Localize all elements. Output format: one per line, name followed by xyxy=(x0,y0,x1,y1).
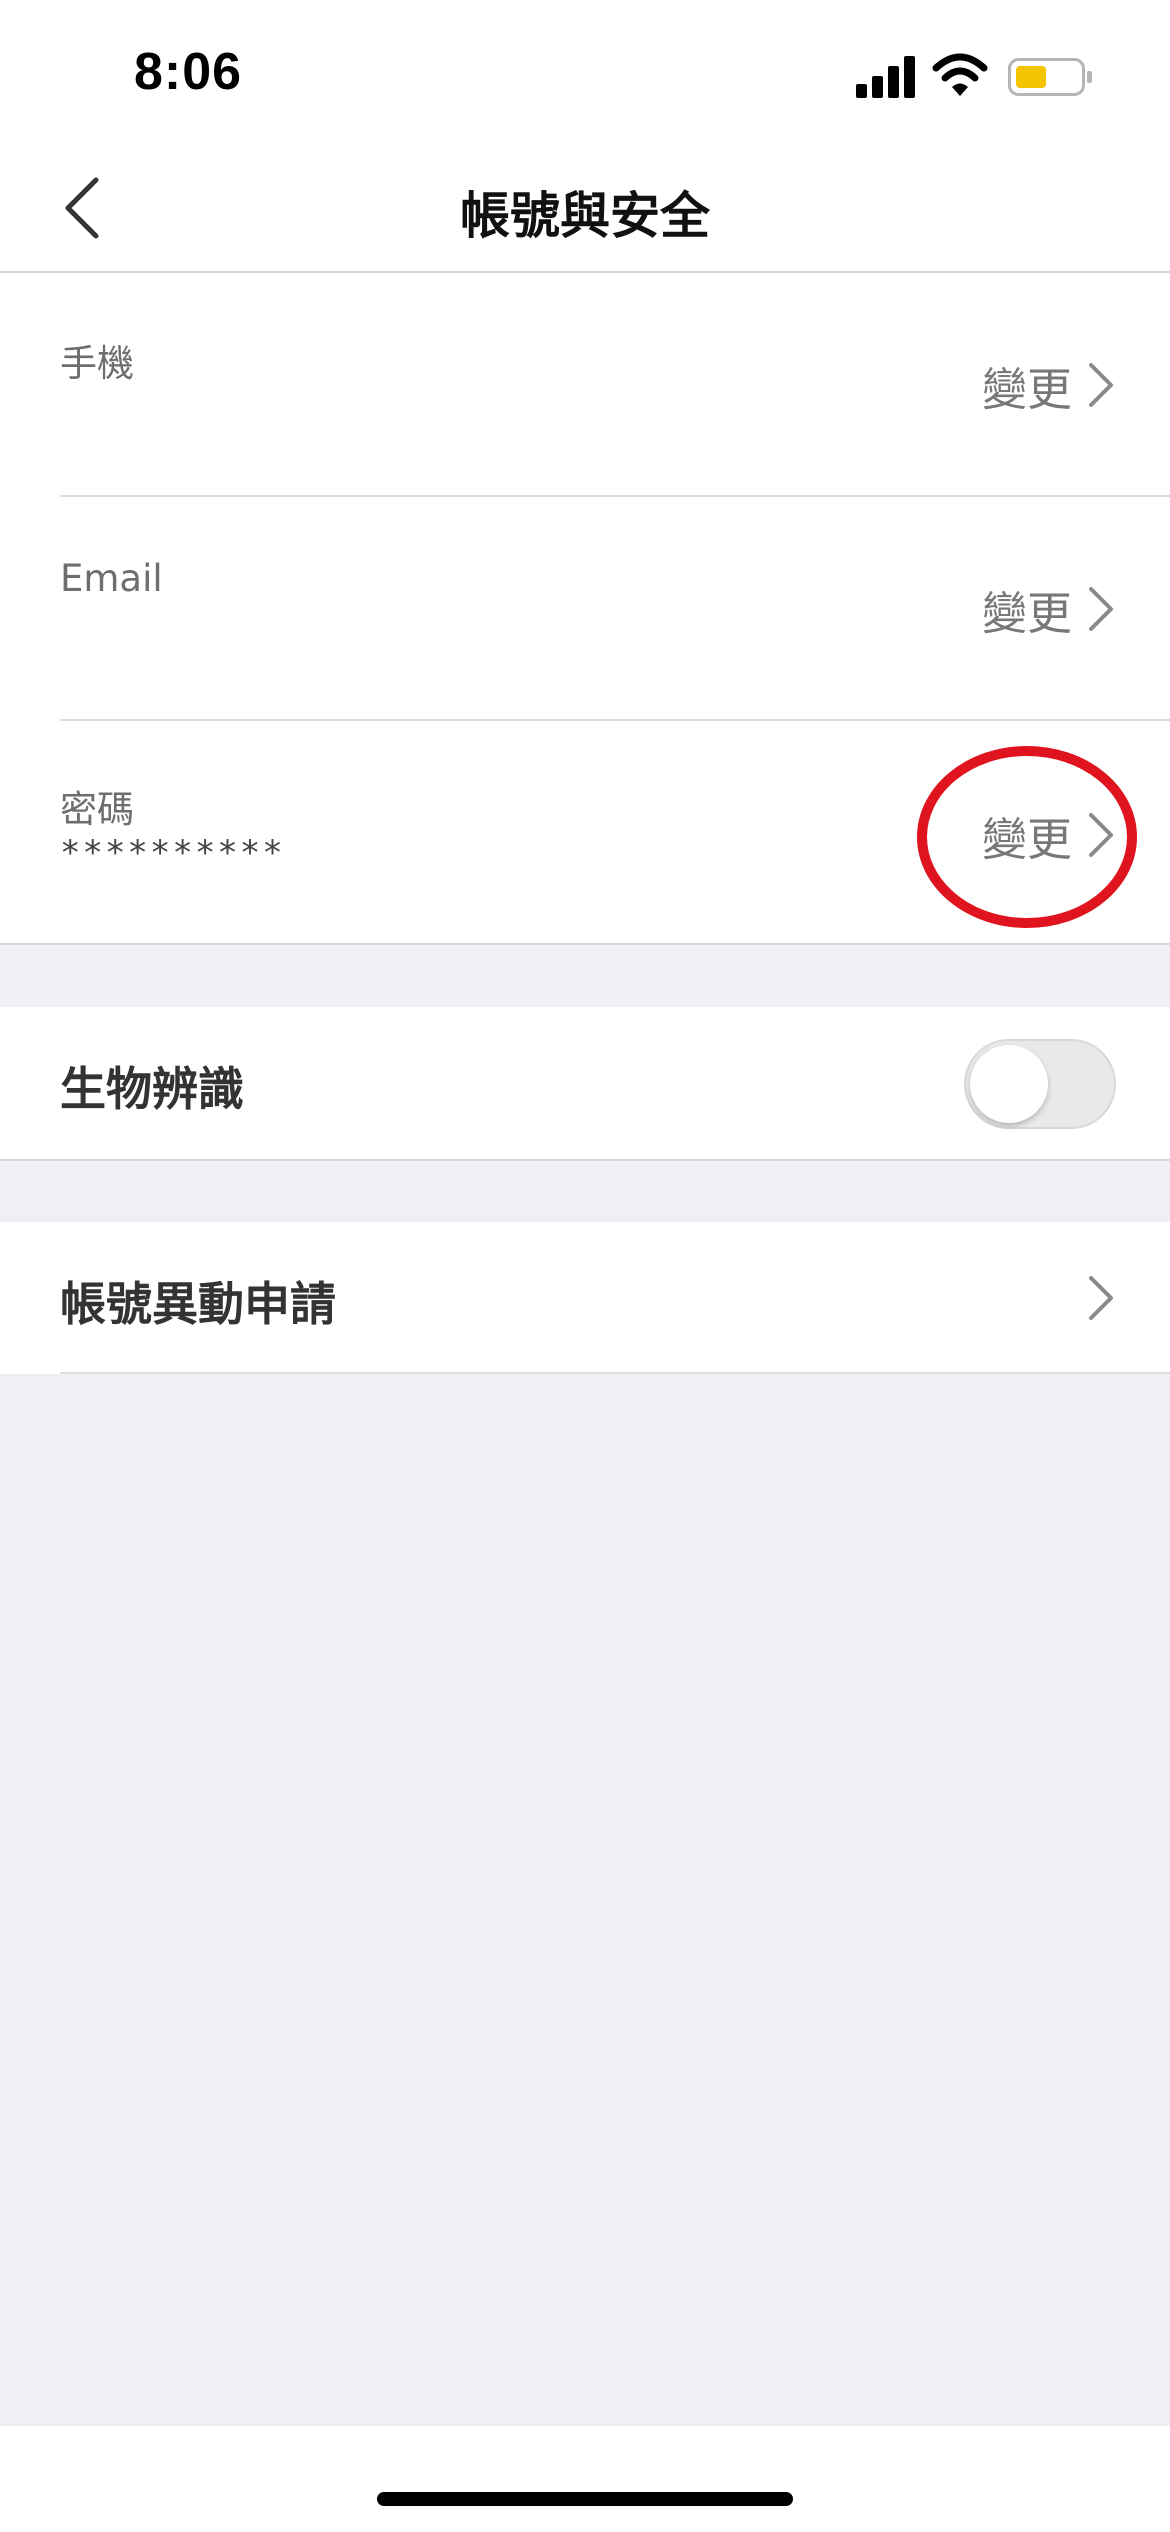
wifi-icon xyxy=(932,53,988,96)
email-change-label: 變更 xyxy=(981,586,1072,640)
password-change-button[interactable]: 變更 xyxy=(981,805,1116,866)
home-indicator-bar[interactable] xyxy=(377,2492,793,2506)
account-settings-group: 手機 變更 Email 變更 密碼 ********** 變更 xyxy=(0,273,1170,945)
chevron-right-icon xyxy=(1089,587,1113,631)
password-change-label: 變更 xyxy=(981,812,1072,866)
biometric-row: 生物辨識 xyxy=(0,1007,1170,1161)
account-change-request-row[interactable]: 帳號異動申請 xyxy=(0,1222,1170,1374)
cellular-signal-icon xyxy=(856,56,915,98)
chevron-right-icon xyxy=(1089,1276,1113,1320)
biometric-label: 生物辨識 xyxy=(60,1062,244,1116)
chevron-right-icon xyxy=(1089,363,1113,407)
phone-change-button[interactable]: 變更 xyxy=(981,355,1116,416)
phone-change-label: 變更 xyxy=(981,362,1072,416)
password-row[interactable]: 密碼 ********** 變更 xyxy=(0,721,1170,943)
email-change-button[interactable]: 變更 xyxy=(981,579,1116,640)
divider xyxy=(60,1372,1170,1374)
home-indicator-area xyxy=(0,2426,1170,2532)
battery-icon xyxy=(1008,58,1092,96)
biometric-toggle[interactable] xyxy=(964,1039,1116,1129)
chevron-right-icon xyxy=(1089,813,1113,857)
email-row[interactable]: Email 變更 xyxy=(0,497,1170,721)
page-title: 帳號與安全 xyxy=(460,187,710,245)
toggle-knob xyxy=(970,1045,1048,1123)
status-bar: 8:06 xyxy=(0,0,1170,140)
status-time: 8:06 xyxy=(134,43,243,101)
phone-row[interactable]: 手機 變更 xyxy=(0,273,1170,497)
nav-bar: 帳號與安全 xyxy=(0,140,1170,273)
account-change-label: 帳號異動申請 xyxy=(60,1277,336,1331)
phone-label: 手機 xyxy=(60,342,134,385)
password-masked-value: ********** xyxy=(60,833,285,873)
password-label: 密碼 xyxy=(60,788,134,831)
email-label: Email xyxy=(60,557,163,600)
